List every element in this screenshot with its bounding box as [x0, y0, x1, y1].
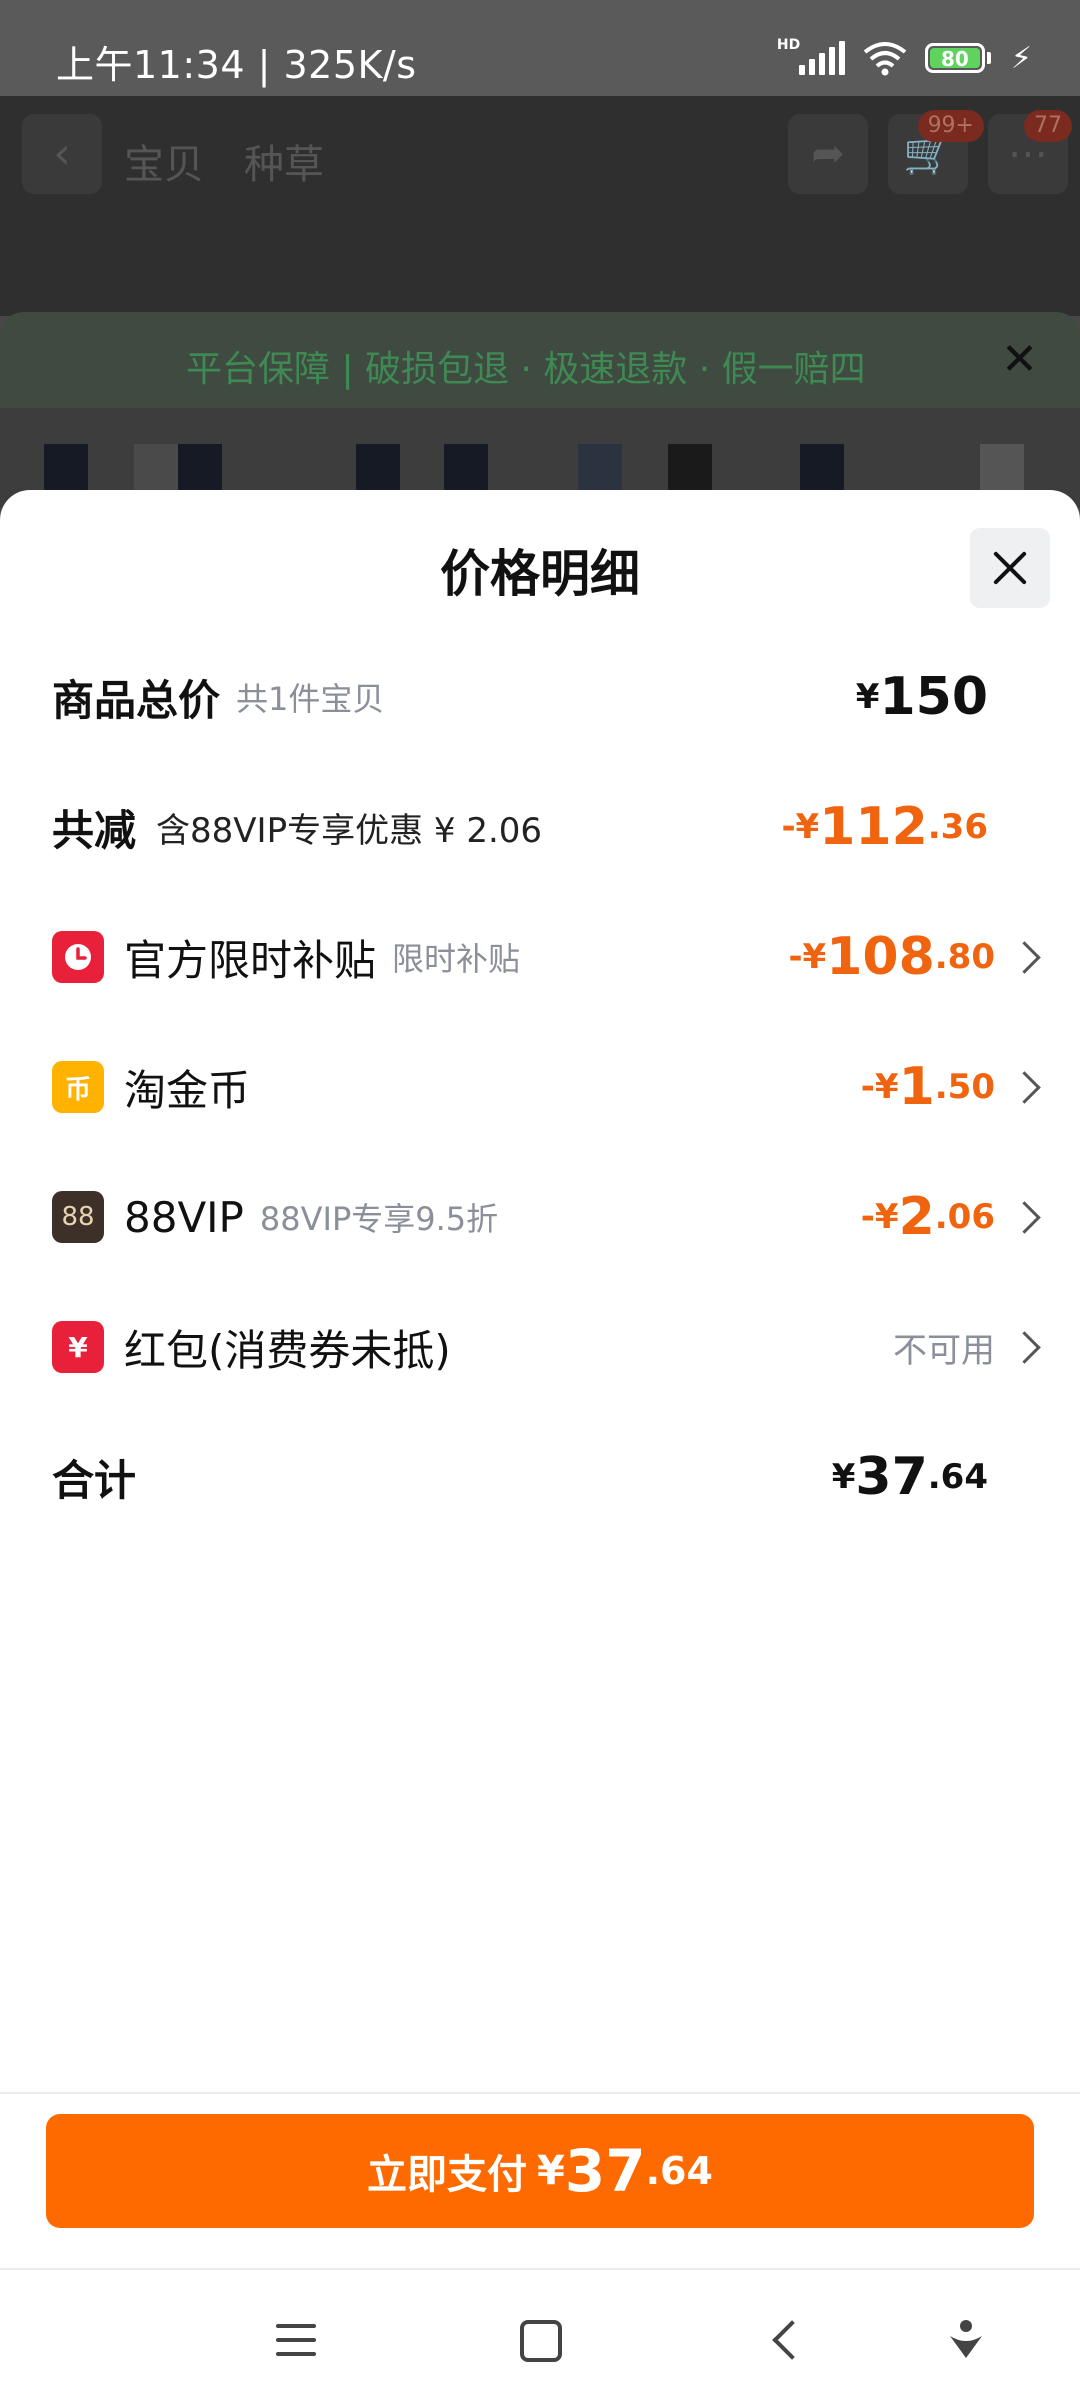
row-label: 合计: [52, 1455, 137, 1505]
row-88vip[interactable]: 88 88VIP 88VIP专享9.5折 -¥ 2 .06: [0, 1152, 1080, 1282]
currency: -¥: [788, 937, 827, 977]
row-label: 88VIP: [124, 1192, 244, 1242]
row-sub: 含88VIP专享优惠 ¥ 2.06: [156, 810, 543, 851]
row-total-price: 商品总价 共1件宝贝 ¥ 150: [0, 632, 1080, 762]
menu-icon[interactable]: [276, 2324, 316, 2366]
system-nav-bar: [0, 2270, 1080, 2400]
guarantee-text: 平台保障 | 破损包退 · 极速退款 · 假一赔四: [186, 349, 866, 390]
row-label: 淘金币: [124, 1065, 251, 1115]
row-grand-total: 合计 ¥ 37 .64: [0, 1412, 1080, 1542]
charging-icon: ⚡: [1010, 40, 1032, 76]
close-button[interactable]: [970, 528, 1050, 608]
chevron-right-icon: [1008, 940, 1041, 974]
amount-dec: .80: [934, 937, 995, 977]
amount-int: 112: [819, 797, 928, 857]
wifi-icon: [863, 42, 907, 76]
signal-icon: HD: [777, 37, 845, 75]
amount-int: 108: [826, 927, 935, 987]
close-icon: ✕: [1001, 334, 1038, 385]
vip88-icon-text: 88: [61, 1202, 95, 1232]
amount-int: 150: [879, 667, 988, 727]
amount-int: 2: [898, 1187, 935, 1247]
amount-int: 1: [898, 1057, 935, 1117]
chevron-right-icon: [1008, 1330, 1041, 1364]
amount-int: 37: [855, 1447, 928, 1507]
cart-icon: 🛒 99+: [888, 110, 984, 194]
back-icon[interactable]: [772, 2320, 812, 2360]
more-icon: ⋯ 77: [988, 110, 1072, 194]
clock-icon: [52, 931, 104, 983]
close-icon: [992, 550, 1028, 586]
unavailable-text: 不可用: [893, 1330, 995, 1371]
tab-zhongcao: 种草: [244, 142, 324, 188]
row-official-subsidy[interactable]: 官方限时补贴 限时补贴 -¥ 108 .80: [0, 892, 1080, 1022]
assistant-icon[interactable]: [946, 2316, 986, 2360]
guarantee-banner: 平台保障 | 破损包退 · 极速退款 · 假一赔四 ✕: [0, 312, 1080, 408]
coin-icon-text: 币: [64, 1074, 91, 1105]
amount-dec: .36: [927, 807, 988, 847]
row-label: 官方限时补贴: [124, 935, 377, 985]
row-total-discount: 共减 含88VIP专享优惠 ¥ 2.06 -¥ 112 .36: [0, 762, 1080, 892]
currency: ¥: [831, 1457, 856, 1497]
coin-icon: 币: [52, 1061, 104, 1113]
currency: -¥: [781, 807, 820, 847]
red-packet-icon: ¥: [52, 1321, 104, 1373]
vip88-icon: 88: [52, 1191, 104, 1243]
currency: -¥: [860, 1197, 899, 1237]
pay-now-button[interactable]: 立即支付 ¥ 37 .64: [46, 2114, 1034, 2228]
more-badge: 77: [1024, 110, 1072, 142]
battery-level: 80: [929, 48, 980, 70]
row-hongbao[interactable]: ¥ 红包(消费券未抵) 不可用: [0, 1282, 1080, 1412]
row-sub: 共1件宝贝: [236, 680, 385, 718]
red-packet-icon-text: ¥: [68, 1330, 88, 1364]
sheet-title: 价格明细: [440, 545, 640, 603]
row-label: 共减: [52, 805, 137, 855]
battery-icon: 80: [924, 43, 991, 73]
status-time-speed: 上午11:34 | 325K/s: [56, 43, 417, 87]
price-detail-sheet: 价格明细 商品总价 共1件宝贝 ¥ 150 共减 含88VIP专享优惠 ¥ 2.…: [0, 490, 1080, 2400]
back-icon: ‹: [22, 114, 102, 194]
tab-baobei: 宝贝: [124, 142, 204, 188]
chevron-right-icon: [1008, 1070, 1041, 1104]
row-taojinbi[interactable]: 币 淘金币 -¥ 1 .50: [0, 1022, 1080, 1152]
currency: ¥: [855, 677, 880, 717]
home-icon[interactable]: [520, 2320, 562, 2362]
pay-amount-dec: .64: [645, 2149, 713, 2193]
status-bar: 上午11:34 | 325K/s HD 80 ⚡: [0, 0, 1080, 96]
divider: [0, 2092, 1080, 2094]
row-label: 红包(消费券未抵): [124, 1325, 451, 1375]
cart-badge: 99+: [917, 110, 984, 142]
row-label: 商品总价: [52, 675, 221, 725]
pay-label: 立即支付: [367, 2152, 528, 2198]
chevron-right-icon: [1008, 1200, 1041, 1234]
amount-dec: .64: [927, 1457, 988, 1497]
share-icon: ➦: [788, 114, 868, 194]
amount-dec: .50: [934, 1067, 995, 1107]
row-sub: 限时补贴: [392, 940, 521, 978]
currency: -¥: [860, 1067, 899, 1107]
pay-amount-int: 37: [564, 2137, 646, 2205]
pay-currency: ¥: [537, 2148, 565, 2194]
row-sub: 88VIP专享9.5折: [259, 1200, 499, 1238]
background-nav: ‹ 宝贝 种草 ➦ 🛒 99+ ⋯ 77: [0, 96, 1080, 316]
amount-dec: .06: [934, 1197, 995, 1237]
